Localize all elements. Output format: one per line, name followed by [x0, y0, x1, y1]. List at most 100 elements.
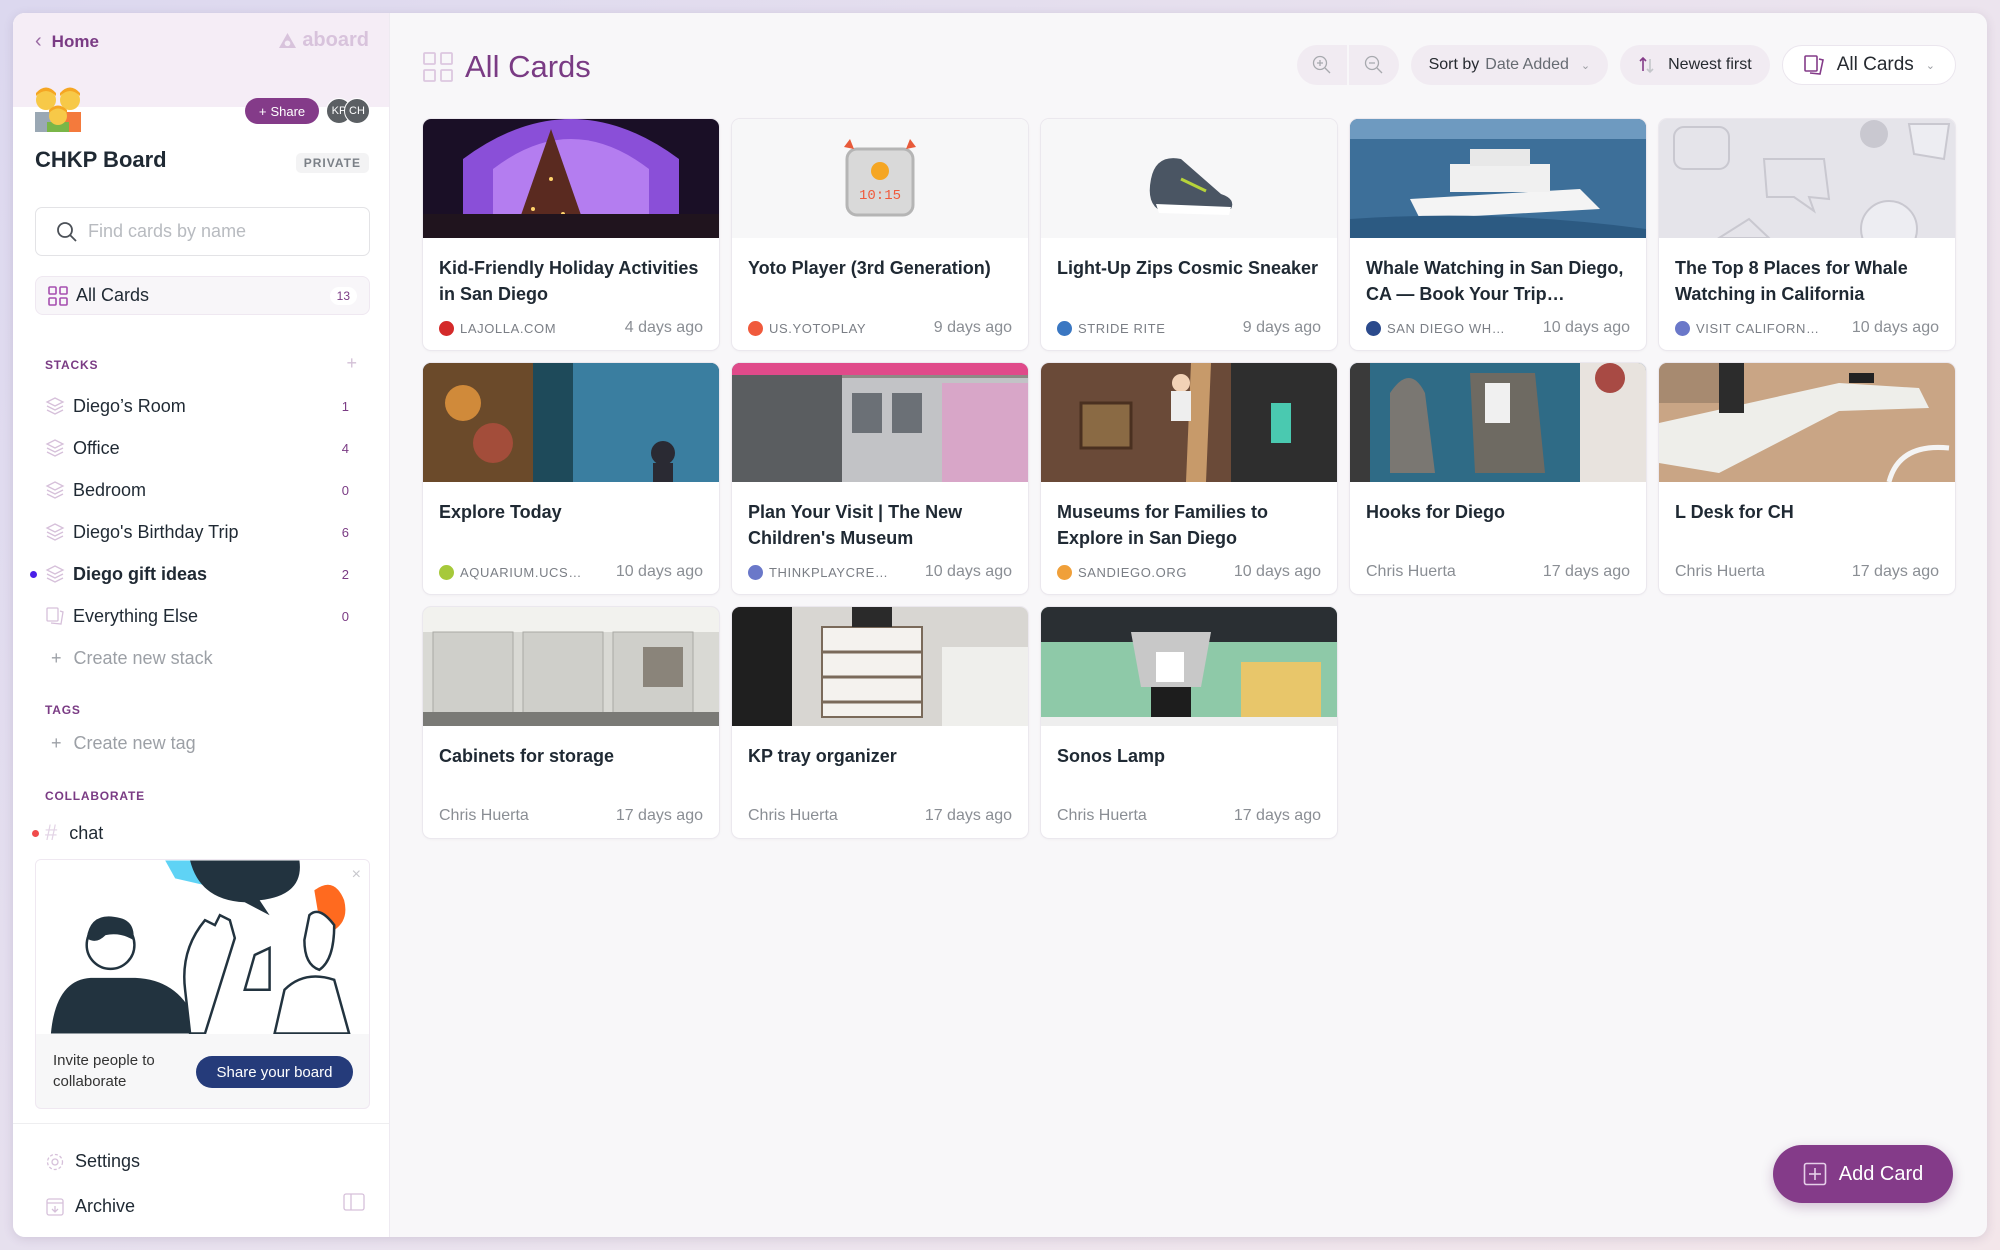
chevron-down-icon: ⌄ — [1925, 59, 1935, 72]
card-thumbnail: 10:15 — [732, 119, 1028, 238]
create-stack-button[interactable]: + Create new stack — [13, 637, 389, 679]
card-thumbnail — [1041, 119, 1337, 238]
order-toggle[interactable]: Newest first — [1620, 45, 1770, 85]
stack-count: 4 — [341, 440, 349, 456]
card-source: THINKPLAYCRE… — [748, 564, 925, 580]
brand-logo: aboard — [278, 29, 369, 52]
sidebar-item-all-cards[interactable]: All Cards 13 — [35, 276, 370, 315]
archive-icon — [46, 1197, 64, 1216]
card-title: The Top 8 Places for Whale Watching in C… — [1675, 258, 1908, 304]
archive-link[interactable]: Archive — [45, 1196, 135, 1217]
card-author: Chris Huerta — [1057, 807, 1147, 824]
source-domain: STRIDE RITE — [1078, 320, 1166, 336]
card[interactable]: Cabinets for storage Chris Huerta 17 days … — [423, 607, 719, 838]
source-domain: THINKPLAYCRE… — [769, 564, 889, 580]
card[interactable]: Light-Up Zips Cosmic Sneaker STRIDE RITE 9… — [1041, 119, 1337, 350]
settings-link[interactable]: Settings — [45, 1151, 140, 1172]
card-timestamp: 10 days ago — [924, 563, 1012, 580]
card-author: Chris Huerta — [1675, 563, 1765, 580]
unread-dot — [32, 829, 39, 837]
stack-name: Diego gift ideas — [73, 563, 208, 584]
layers-icon — [45, 523, 65, 541]
share-button[interactable]: + Share — [245, 98, 319, 124]
create-tag-button[interactable]: + Create new tag — [13, 722, 196, 764]
sidebar-item-stack[interactable]: Diego’s Room 1 — [13, 385, 389, 427]
card-timestamp: 9 days ago — [933, 319, 1012, 336]
card[interactable]: Sonos Lamp Chris Huerta 17 days ago — [1041, 607, 1337, 838]
home-link[interactable]: ‹ Home — [35, 30, 99, 53]
card[interactable]: Whale Watching in San Diego, CA — Book Y… — [1350, 119, 1646, 350]
sidebar-item-stack-active[interactable]: Diego gift ideas 2 — [13, 553, 389, 595]
tags-heading: TAGS — [45, 703, 81, 717]
stack-name: Diego's Birthday Trip — [73, 521, 239, 542]
sort-dropdown[interactable]: Sort by Date Added ⌄ — [1410, 45, 1609, 85]
zoom-out-icon — [1364, 55, 1383, 74]
card-meta: Chris Huerta 17 days ago — [748, 807, 1012, 825]
card-title: KP tray organizer — [748, 746, 897, 766]
card[interactable]: Plan Your Visit | The New Children's Mus… — [732, 363, 1028, 594]
sidebar-item-chat[interactable]: # chat — [13, 815, 389, 851]
zoom-in-button[interactable] — [1296, 45, 1347, 85]
card[interactable]: L Desk for CH Chris Huerta 17 days ago — [1659, 363, 1955, 594]
avatar[interactable]: CH — [344, 98, 370, 124]
sidebar-item-stack[interactable]: Bedroom 0 — [13, 469, 389, 511]
filter-dropdown[interactable]: All Cards ⌄ — [1781, 45, 1956, 85]
card-title: Whale Watching in San Diego, CA — Book Y… — [1366, 258, 1624, 304]
sort-prefix: Sort by — [1428, 56, 1480, 73]
card-thumbnail — [1350, 119, 1646, 238]
card-title: Museums for Families to Explore in San D… — [1057, 502, 1269, 548]
add-card-button[interactable]: Add Card — [1773, 1145, 1953, 1203]
card[interactable]: 10:15 Yoto Player (3rd Generation) US.YOTO… — [732, 119, 1028, 350]
source-domain: LAJOLLA.COM — [460, 320, 557, 336]
card-timestamp: 4 days ago — [624, 319, 703, 336]
stack-count: 1 — [341, 398, 349, 414]
favicon-icon — [1057, 564, 1072, 580]
card-title: Kid-Friendly Holiday Activities in San D… — [439, 258, 699, 304]
search-box[interactable] — [35, 207, 370, 256]
favicon-icon — [439, 564, 454, 580]
card-author: Chris Huerta — [439, 807, 529, 824]
member-avatars[interactable]: KP CH — [326, 98, 370, 124]
add-stack-button[interactable]: + — [346, 353, 357, 374]
grid-icon — [48, 285, 68, 306]
card-timestamp: 10 days ago — [1851, 319, 1939, 336]
main-content: All Cards Sort by Date Added ⌄ Newest fi… — [390, 13, 1987, 1237]
stack-name: Bedroom — [73, 479, 147, 500]
source-domain: SAN DIEGO WH… — [1387, 320, 1506, 336]
sidebar-item-stack[interactable]: Office 4 — [13, 427, 389, 469]
invite-text: Invite people to collaborate — [53, 1052, 155, 1090]
sidebar-item-stack[interactable]: Everything Else 0 — [13, 595, 389, 637]
card[interactable]: Explore Today AQUARIUM.UCS… 10 days ago — [423, 363, 719, 594]
card-title: Explore Today — [439, 502, 562, 522]
card[interactable]: The Top 8 Places for Whale Watching in C… — [1659, 119, 1955, 350]
sidebar-toggle-icon[interactable] — [343, 1193, 365, 1211]
search-input[interactable] — [88, 221, 348, 242]
home-label: Home — [51, 31, 99, 51]
svg-text:10:15: 10:15 — [859, 188, 901, 204]
card-timestamp: 17 days ago — [1233, 807, 1321, 824]
card-meta: VISIT CALIFORN… 10 days ago — [1675, 319, 1939, 337]
layers-icon — [45, 481, 65, 499]
zoom-out-button[interactable] — [1348, 45, 1399, 85]
sort-arrows-icon — [1639, 56, 1654, 74]
card-thumbnail — [1041, 363, 1337, 482]
chevron-down-icon: ⌄ — [1580, 59, 1591, 72]
card-meta: Chris Huerta 17 days ago — [439, 807, 703, 825]
card-title: L Desk for CH — [1675, 502, 1794, 522]
card-source: SAN DIEGO WH… — [1366, 320, 1543, 336]
cards-icon — [1803, 55, 1824, 75]
chat-label: chat — [69, 822, 104, 843]
card-timestamp: 17 days ago — [924, 807, 1012, 824]
card[interactable]: KP tray organizer Chris Huerta 17 days ago — [732, 607, 1028, 838]
card[interactable]: Museums for Families to Explore in San D… — [1041, 363, 1337, 594]
stack-count: 0 — [341, 608, 349, 624]
card[interactable]: Kid-Friendly Holiday Activities in San D… — [423, 119, 719, 350]
all-cards-label: All Cards — [76, 285, 150, 305]
collaborate-heading: COLLABORATE — [45, 789, 145, 803]
share-board-button[interactable]: Share your board — [196, 1056, 353, 1088]
close-icon[interactable]: × — [352, 866, 361, 884]
source-domain: US.YOTOPLAY — [769, 320, 867, 336]
cards-icon — [46, 607, 64, 625]
card[interactable]: Hooks for Diego Chris Huerta 17 days ago — [1350, 363, 1646, 594]
sidebar-item-stack[interactable]: Diego's Birthday Trip 6 — [13, 511, 389, 553]
